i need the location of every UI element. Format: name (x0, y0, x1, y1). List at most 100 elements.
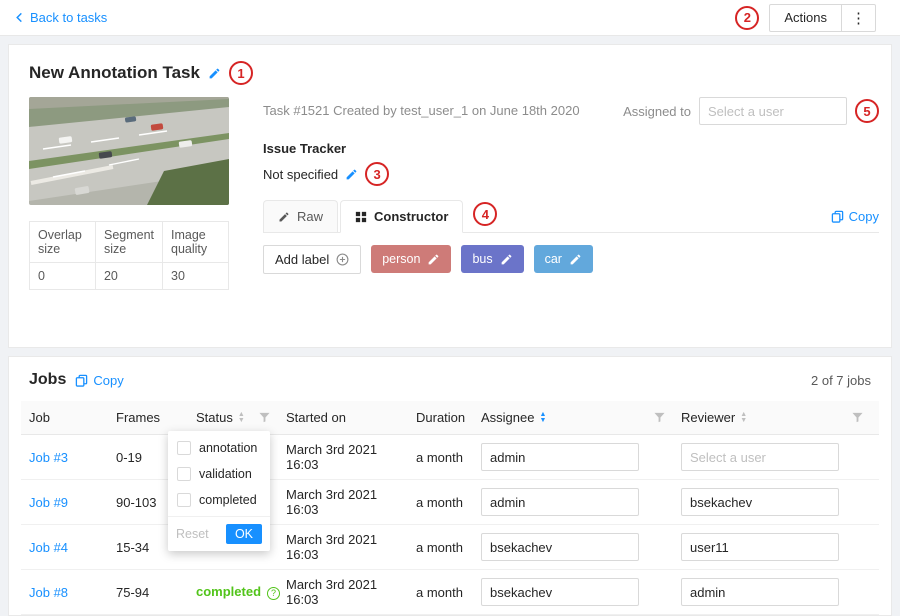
column-header-status: Status ▲▼ (196, 401, 286, 435)
started-cell: March 3rd 2021 16:03 (286, 570, 416, 615)
sort-assignee-icon[interactable]: ▲▼ (539, 412, 546, 423)
frames-cell: 75-94 (116, 570, 196, 615)
chevron-left-icon (14, 12, 25, 23)
job-link[interactable]: Job #3 (29, 450, 68, 465)
label-chip-car-name: car (545, 252, 562, 266)
callout-3: 3 (365, 162, 389, 186)
jobs-table-header-row: Job Frames Status ▲▼ Started on Duration… (21, 401, 879, 435)
edit-issue-tracker-icon[interactable] (345, 168, 358, 181)
label-chip-person[interactable]: person (371, 245, 451, 273)
checkbox-annotation[interactable] (177, 441, 191, 455)
duration-cell: a month (416, 525, 481, 570)
jobs-table: Job Frames Status ▲▼ Started on Duration… (21, 401, 879, 615)
param-header-quality: Image quality (163, 222, 229, 263)
label-chip-bus-name: bus (472, 252, 492, 266)
label-chip-bus[interactable]: bus (461, 245, 523, 273)
label-chip-car[interactable]: car (534, 245, 593, 273)
jobs-title: Jobs (29, 371, 66, 389)
callout-5: 5 (855, 99, 879, 123)
filter-option-annotation-label: annotation (199, 441, 257, 455)
task-assignee-input[interactable] (699, 97, 847, 125)
filter-reset-button[interactable]: Reset (176, 527, 209, 541)
filter-option-validation-label: validation (199, 467, 252, 481)
tab-raw[interactable]: Raw (263, 200, 338, 232)
param-header-segment: Segment size (95, 222, 162, 263)
plus-circle-icon (336, 253, 349, 266)
column-header-duration: Duration (416, 401, 481, 435)
tab-constructor-label: Constructor (374, 209, 448, 224)
filter-option-completed[interactable]: completed (168, 487, 270, 513)
back-to-tasks-link[interactable]: Back to tasks (14, 10, 107, 25)
job-link[interactable]: Job #4 (29, 540, 68, 555)
task-meta-text: Task #1521 Created by test_user_1 on Jun… (263, 97, 580, 118)
status-cell: completed? (196, 570, 286, 615)
copy-labels-link[interactable]: Copy (831, 209, 879, 224)
assigned-to-label: Assigned to (623, 104, 691, 119)
param-value-segment: 20 (95, 263, 162, 290)
tab-raw-label: Raw (297, 209, 323, 224)
checkbox-validation[interactable] (177, 467, 191, 481)
duration-cell: a month (416, 480, 481, 525)
param-value-overlap: 0 (30, 263, 96, 290)
reviewer-input[interactable] (681, 488, 839, 516)
status-completed-label: completed (196, 584, 261, 599)
add-label-button-label: Add label (275, 252, 329, 267)
copy-jobs-link[interactable]: Copy (75, 373, 123, 388)
job-link[interactable]: Job #8 (29, 585, 68, 600)
edit-label-bus-icon[interactable] (500, 253, 513, 266)
label-chip-person-name: person (382, 252, 420, 266)
copy-jobs-label: Copy (93, 373, 123, 388)
tab-constructor[interactable]: Constructor (340, 200, 463, 233)
assignee-input[interactable] (481, 533, 639, 561)
actions-button-group: Actions ⋮ (769, 4, 876, 32)
duration-cell: a month (416, 435, 481, 480)
edit-label-car-icon[interactable] (569, 253, 582, 266)
task-preview-thumbnail (29, 97, 229, 205)
edit-label-person-icon[interactable] (427, 253, 440, 266)
callout-1: 1 (229, 61, 253, 85)
column-header-frames: Frames (116, 401, 196, 435)
sort-reviewer-icon[interactable]: ▲▼ (740, 412, 747, 423)
assignee-input[interactable] (481, 443, 639, 471)
param-value-quality: 30 (163, 263, 229, 290)
task-details-card: New Annotation Task 1 (8, 44, 892, 348)
assignee-input[interactable] (481, 578, 639, 606)
job-row-9: Job #9 90-103 March 3rd 2021 16:03 a mon… (21, 480, 879, 525)
filter-option-completed-label: completed (199, 493, 257, 507)
column-header-assignee: Assignee ▲▼ (481, 401, 681, 435)
filter-reviewer-icon[interactable] (852, 412, 863, 423)
reviewer-input[interactable] (681, 578, 839, 606)
actions-menu-button[interactable]: ⋮ (841, 4, 876, 32)
reviewer-input[interactable] (681, 533, 839, 561)
filter-option-annotation[interactable]: annotation (168, 435, 270, 461)
issue-tracker-value: Not specified (263, 167, 338, 182)
column-header-assignee-label: Assignee (481, 410, 534, 425)
constructor-icon (355, 211, 367, 223)
back-to-tasks-label: Back to tasks (30, 10, 107, 25)
column-header-status-label: Status (196, 410, 233, 425)
assignee-input[interactable] (481, 488, 639, 516)
sort-status-icon[interactable]: ▲▼ (238, 412, 245, 423)
job-row-4: Job #4 15-34 March 3rd 2021 16:03 a mont… (21, 525, 879, 570)
filter-status-icon[interactable] (259, 412, 270, 423)
filter-assignee-icon[interactable] (654, 412, 665, 423)
checkbox-completed[interactable] (177, 493, 191, 507)
actions-button[interactable]: Actions (769, 4, 842, 32)
job-row-8: Job #8 75-94 completed? March 3rd 2021 1… (21, 570, 879, 615)
reviewer-input[interactable] (681, 443, 839, 471)
job-link[interactable]: Job #9 (29, 495, 68, 510)
pencil-icon (278, 211, 290, 223)
top-navigation-bar: Back to tasks 2 Actions ⋮ (0, 0, 900, 36)
callout-4: 4 (473, 202, 497, 226)
column-header-reviewer: Reviewer ▲▼ (681, 401, 879, 435)
edit-task-name-icon[interactable] (208, 67, 221, 80)
copy-icon (831, 210, 844, 223)
column-header-reviewer-label: Reviewer (681, 410, 735, 425)
started-cell: March 3rd 2021 16:03 (286, 480, 416, 525)
filter-ok-button[interactable]: OK (226, 524, 262, 544)
task-title: New Annotation Task (29, 63, 200, 83)
kebab-menu-icon: ⋮ (851, 9, 866, 27)
question-circle-icon[interactable]: ? (267, 587, 280, 600)
add-label-button[interactable]: Add label (263, 245, 361, 274)
filter-option-validation[interactable]: validation (168, 461, 270, 487)
